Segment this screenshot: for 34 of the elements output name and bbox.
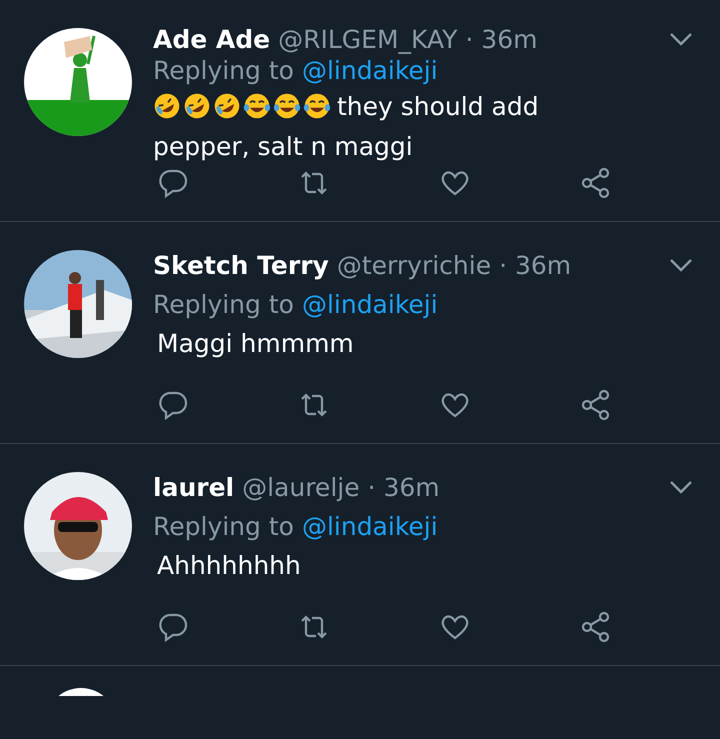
- tears-of-joy-emoji-icon: [303, 92, 331, 120]
- user-handle[interactable]: @laurelje: [242, 472, 360, 502]
- reply-icon[interactable]: [157, 389, 189, 421]
- tears-of-joy-emoji-icon: [273, 92, 301, 120]
- mention-link[interactable]: @lindaikeji: [302, 512, 438, 540]
- user-name[interactable]: Ade Ade: [153, 24, 270, 54]
- user-handle[interactable]: @RILGEM_KAY: [278, 24, 458, 54]
- tears-of-joy-emoji-icon: [243, 92, 271, 120]
- tweet-text: they should add: [337, 92, 539, 121]
- user-handle[interactable]: @terryrichie: [336, 250, 492, 280]
- rolling-laugh-emoji-icon: [183, 92, 211, 120]
- user-name[interactable]: laurel: [153, 472, 234, 502]
- tweet-text: pepper, salt n maggi: [153, 132, 413, 161]
- mention-link[interactable]: @lindaikeji: [302, 56, 438, 86]
- rolling-laugh-emoji-icon: [153, 92, 181, 120]
- replying-label: Replying to: [153, 290, 294, 318]
- share-icon[interactable]: [580, 611, 612, 643]
- replying-label: Replying to: [153, 512, 294, 540]
- chevron-down-icon[interactable]: [669, 480, 693, 494]
- timestamp: · 36m: [368, 472, 440, 502]
- chevron-down-icon[interactable]: [669, 258, 693, 272]
- tweet-text: Maggi hmmmm: [157, 329, 354, 358]
- replying-label: Replying to: [153, 56, 294, 86]
- share-icon[interactable]: [580, 167, 612, 199]
- rolling-laugh-emoji-icon: [213, 92, 241, 120]
- share-icon[interactable]: [580, 389, 612, 421]
- reply-icon[interactable]: [157, 167, 189, 199]
- tweet-text: Ahhhhhhhh: [157, 551, 301, 580]
- user-name[interactable]: Sketch Terry: [153, 250, 329, 280]
- chevron-down-icon[interactable]: [669, 32, 693, 46]
- timestamp: · 36m: [499, 250, 572, 280]
- reply-icon[interactable]: [157, 611, 189, 643]
- mention-link[interactable]: @lindaikeji: [302, 290, 438, 318]
- timestamp: · 36m: [465, 24, 538, 54]
